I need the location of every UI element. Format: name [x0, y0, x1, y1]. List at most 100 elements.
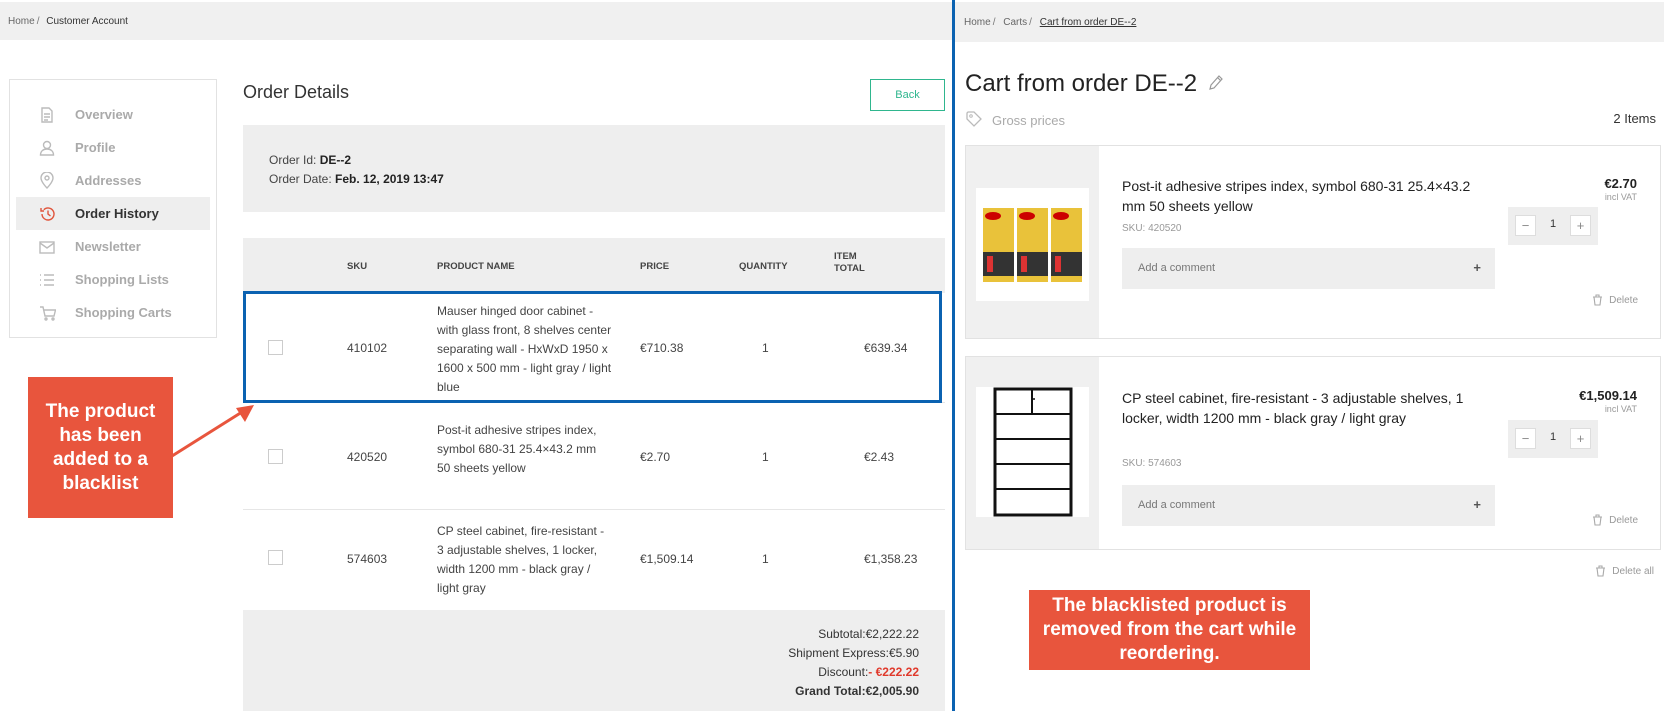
cart-title-text: Cart from order DE--2: [965, 70, 1198, 97]
increment-button[interactable]: +: [1570, 428, 1591, 449]
row-price: €2.70: [640, 450, 671, 464]
breadcrumb: Home / Carts / Cart from order DE--2: [955, 2, 1664, 42]
document-icon: [38, 106, 56, 124]
quantity-stepper: − 1 +: [1508, 207, 1598, 245]
gross-prices-label: Gross prices: [966, 111, 1065, 130]
account-sidebar: Overview Profile Addresses Order History…: [9, 79, 217, 338]
breadcrumb-home[interactable]: Home: [964, 17, 991, 28]
list-icon: [38, 271, 56, 289]
product-image-frame: [966, 146, 1099, 338]
sidebar-item-newsletter[interactable]: Newsletter: [16, 230, 210, 263]
pencil-icon[interactable]: [1209, 70, 1223, 98]
increment-button[interactable]: +: [1570, 215, 1591, 236]
cart-item-name[interactable]: Post-it adhesive stripes index, symbol 6…: [1122, 176, 1492, 216]
column-header-sku: SKU: [347, 261, 368, 272]
sidebar-item-shopping-lists[interactable]: Shopping Lists: [16, 263, 210, 296]
product-image: [976, 387, 1089, 517]
order-date-line: Order Date: Feb. 12, 2019 13:47: [269, 172, 444, 186]
row-quantity: 1: [762, 552, 769, 566]
page-title: Order Details: [243, 82, 350, 102]
column-header-item-total: ITEM TOTAL: [834, 251, 865, 274]
trash-icon: [1593, 514, 1603, 526]
sidebar-item-label: Shopping Carts: [75, 305, 172, 320]
product-image-frame: [966, 357, 1099, 549]
plus-icon[interactable]: +: [1473, 260, 1481, 275]
quantity-stepper: − 1 +: [1508, 420, 1598, 458]
product-image: [976, 188, 1089, 301]
row-product-name: Post-it adhesive stripes index, symbol 6…: [437, 423, 597, 475]
order-info-panel: Order Id: DE--2 Order Date: Feb. 12, 201…: [243, 125, 945, 212]
delete-button[interactable]: Delete: [1592, 514, 1638, 526]
blacklist-callout: The product has been added to a blacklis…: [28, 377, 173, 518]
trash-icon: [1593, 294, 1603, 306]
row-item-total: €2.43: [864, 450, 895, 464]
items-count: 2 Items: [1613, 111, 1656, 126]
subtotal-line: Subtotal:€2,222.22: [818, 627, 919, 641]
row-checkbox[interactable]: [268, 449, 283, 464]
cart-item: Post-it adhesive stripes index, symbol 6…: [965, 145, 1661, 339]
cart-item: CP steel cabinet, fire-resistant - 3 adj…: [965, 356, 1661, 550]
cart-item-sku: SKU: 420520: [1122, 223, 1182, 234]
sidebar-item-label: Profile: [75, 140, 116, 155]
sidebar-item-shopping-carts[interactable]: Shopping Carts: [16, 296, 210, 329]
row-sku: 420520: [347, 450, 388, 464]
delete-button[interactable]: Delete: [1592, 294, 1638, 306]
cart-item-sku: SKU: 574603: [1122, 458, 1182, 469]
row-sku: 574603: [347, 552, 388, 566]
arrow-icon: [171, 405, 254, 458]
delete-all-button[interactable]: Delete all: [1595, 565, 1654, 577]
trash-icon: [1596, 565, 1606, 577]
order-date-value: Feb. 12, 2019 13:47: [335, 172, 444, 186]
cart-icon: [38, 304, 56, 322]
breadcrumb: Home / Customer Account: [0, 2, 952, 40]
removed-from-cart-callout: The blacklisted product is removed from …: [1029, 590, 1310, 670]
sidebar-item-label: Overview: [75, 107, 133, 122]
order-id-value: DE--2: [319, 153, 352, 167]
column-header-product-name: PRODUCT NAME: [437, 261, 515, 272]
vat-note: incl VAT: [1604, 192, 1637, 202]
blacklisted-row-highlight: [243, 291, 942, 403]
location-pin-icon: [38, 172, 56, 190]
add-comment-field[interactable]: Add a comment +: [1122, 248, 1495, 289]
history-icon: [38, 205, 56, 223]
breadcrumb-current: Cart from order DE--2: [1039, 17, 1137, 28]
breadcrumb-home[interactable]: Home: [8, 16, 35, 27]
breadcrumb-current: Customer Account: [46, 16, 128, 27]
customer-account-pane: Home / Customer Account Overview Profile …: [0, 0, 952, 711]
sidebar-item-addresses[interactable]: Addresses: [16, 164, 210, 197]
row-item-total: €1,358.23: [864, 552, 918, 566]
user-icon: [38, 139, 56, 157]
order-id-line: Order Id: DE--2: [269, 153, 352, 167]
back-button[interactable]: Back: [870, 79, 945, 111]
tag-icon: [966, 111, 982, 130]
discount-line: Discount:- €222.22: [818, 665, 919, 679]
add-comment-field[interactable]: Add a comment +: [1122, 485, 1495, 526]
order-totals: Subtotal:€2,222.22 Shipment Express:€5.9…: [243, 610, 945, 711]
table-row: 574603 CP steel cabinet, fire-resistant …: [243, 510, 945, 610]
sidebar-item-order-history[interactable]: Order History: [16, 197, 210, 230]
envelope-icon: [38, 238, 56, 256]
sidebar-item-overview[interactable]: Overview: [16, 98, 210, 131]
cart-item-price: €1,509.14: [1579, 388, 1637, 403]
vat-note: incl VAT: [1604, 404, 1637, 414]
cart-item-name[interactable]: CP steel cabinet, fire-resistant - 3 adj…: [1122, 388, 1492, 428]
sidebar-item-label: Shopping Lists: [75, 272, 169, 287]
sidebar-item-label: Addresses: [75, 173, 142, 188]
shipment-line: Shipment Express:€5.90: [788, 646, 919, 660]
row-checkbox[interactable]: [268, 550, 283, 565]
sidebar-item-profile[interactable]: Profile: [16, 131, 210, 164]
breadcrumb-carts[interactable]: Carts: [1003, 17, 1027, 28]
sidebar-item-label: Order History: [75, 206, 159, 221]
cart-title: Cart from order DE--2: [965, 70, 1223, 98]
cart-pane: Home / Carts / Cart from order DE--2 Cart …: [955, 0, 1664, 711]
plus-icon[interactable]: +: [1473, 497, 1481, 512]
cart-item-price: €2.70: [1604, 176, 1637, 191]
column-header-quantity: QUANTITY: [739, 261, 788, 272]
table-row: 420520 Post-it adhesive stripes index, s…: [243, 403, 945, 510]
row-price: €1,509.14: [640, 552, 694, 566]
row-quantity: 1: [762, 450, 769, 464]
sidebar-item-label: Newsletter: [75, 239, 141, 254]
table-header: SKU PRODUCT NAME PRICE QUANTITY ITEM TOTA…: [243, 238, 945, 293]
column-header-price: PRICE: [640, 261, 670, 272]
grand-total-line: Grand Total:€2,005.90: [795, 684, 919, 698]
